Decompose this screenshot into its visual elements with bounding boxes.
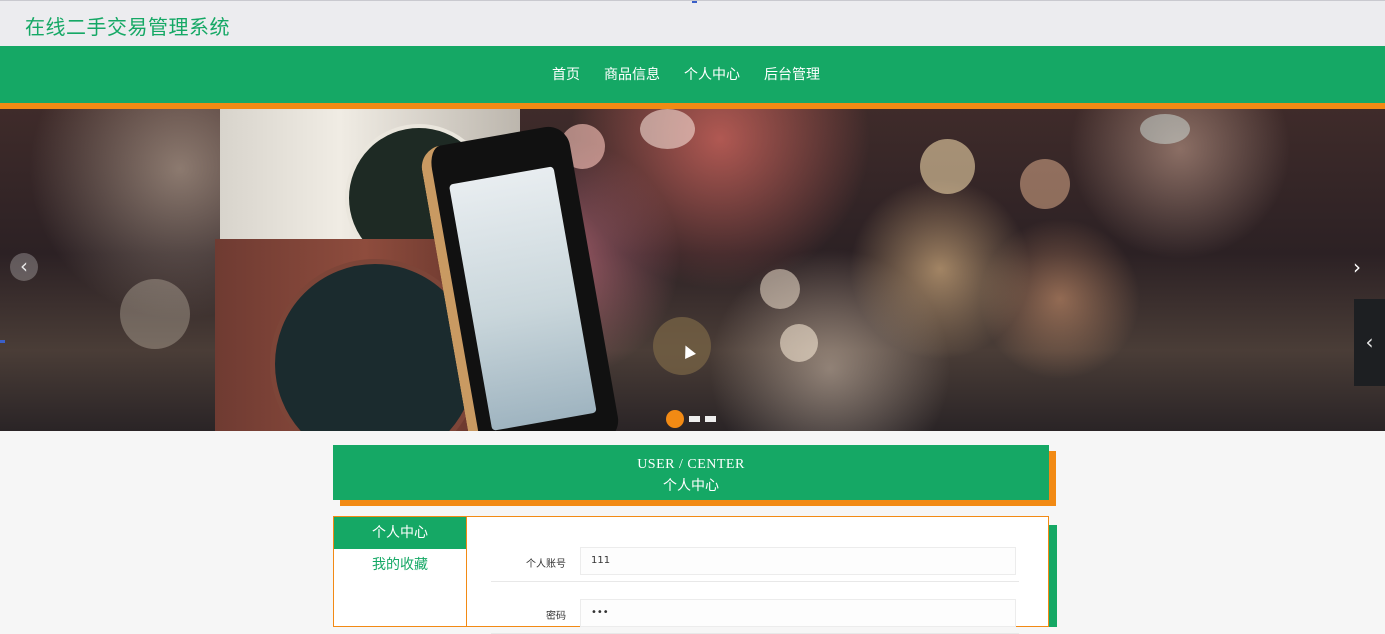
site-title[interactable]: 在线二手交易管理系统 bbox=[25, 11, 230, 40]
section-title-en: USER / CENTER bbox=[637, 457, 745, 472]
main-nav: 首页 商品信息 个人中心 后台管理 bbox=[0, 46, 1385, 109]
side-panel-toggle-icon[interactable]: ‹ bbox=[1354, 299, 1385, 386]
form-row-account: 个人账号 111 bbox=[491, 541, 1019, 582]
nav-item-admin[interactable]: 后台管理 bbox=[764, 64, 820, 84]
nav-items: 首页 商品信息 个人中心 后台管理 bbox=[552, 64, 844, 84]
carousel-dot-3[interactable] bbox=[705, 416, 716, 422]
top-accent-mark bbox=[692, 1, 697, 3]
password-input[interactable]: ••• bbox=[580, 599, 1016, 627]
carousel-dot-2[interactable] bbox=[689, 416, 700, 422]
account-input[interactable]: 111 bbox=[580, 547, 1016, 575]
section-header: USER / CENTER 个人中心 bbox=[333, 445, 1049, 500]
form-row-password: 密码 ••• bbox=[491, 593, 1019, 634]
profile-form: 个人账号 111 密码 ••• bbox=[466, 516, 1049, 634]
nav-item-home[interactable]: 首页 bbox=[552, 64, 580, 84]
carousel-next-icon[interactable]: › bbox=[1345, 253, 1369, 281]
bokeh-light bbox=[780, 324, 818, 362]
banner-carousel: ‹ › bbox=[0, 109, 1385, 431]
carousel-prev-icon[interactable]: ‹ bbox=[10, 253, 38, 281]
account-label: 个人账号 bbox=[526, 559, 566, 570]
top-header: 在线二手交易管理系统 bbox=[0, 0, 1385, 46]
bokeh-light bbox=[1020, 159, 1070, 209]
bokeh-light bbox=[120, 279, 190, 349]
bokeh-light bbox=[1140, 114, 1190, 144]
bokeh-light bbox=[920, 139, 975, 194]
phone-screen bbox=[448, 166, 597, 431]
carousel-dot-1[interactable] bbox=[666, 410, 684, 428]
nav-item-products[interactable]: 商品信息 bbox=[604, 64, 660, 84]
left-accent-mark bbox=[0, 340, 5, 343]
section-title-cn: 个人中心 bbox=[663, 478, 719, 494]
bokeh-light bbox=[640, 109, 695, 149]
password-label: 密码 bbox=[546, 611, 566, 622]
carousel-pagination bbox=[666, 410, 716, 428]
form-panel-shadow bbox=[1049, 525, 1057, 627]
nav-item-user-center[interactable]: 个人中心 bbox=[684, 64, 740, 84]
user-center-menu: 个人中心 我的收藏 bbox=[333, 516, 467, 627]
menu-item-favorites[interactable]: 我的收藏 bbox=[334, 549, 466, 581]
bokeh-light bbox=[760, 269, 800, 309]
menu-item-user-center[interactable]: 个人中心 bbox=[334, 517, 466, 549]
